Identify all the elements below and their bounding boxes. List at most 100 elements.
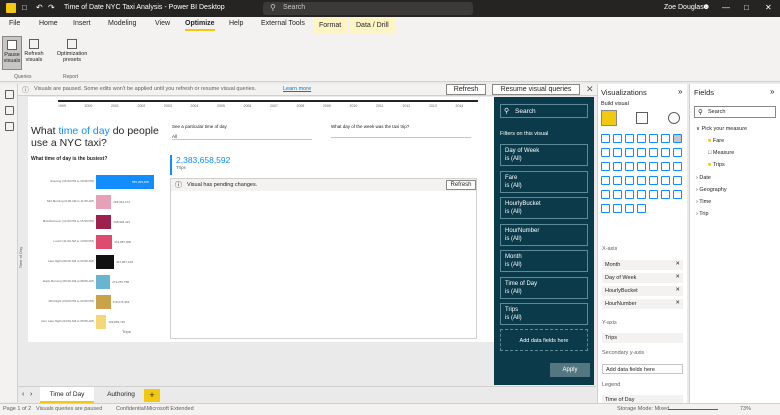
filled-map-icon[interactable] [661, 162, 670, 171]
table-view-icon[interactable] [5, 106, 14, 115]
format-visual-tab[interactable] [636, 112, 648, 124]
remove-field-icon[interactable]: ✕ [675, 300, 680, 306]
close-icon[interactable]: ✕ [765, 3, 772, 12]
x-field-well[interactable]: HourlyBucket ✕ [602, 286, 683, 296]
tab-external-tools[interactable]: External Tools [261, 20, 305, 27]
card-icon[interactable] [625, 176, 634, 185]
x-field-well[interactable]: Day of Week ✕ [602, 273, 683, 283]
filter-search-input[interactable]: ⚲ Search [500, 104, 588, 118]
refresh-visuals-button[interactable]: Refresh visuals [23, 36, 45, 70]
field-table-geography[interactable]: › Geography [696, 187, 727, 193]
clustered-bar-icon[interactable] [625, 134, 634, 143]
tab-file[interactable]: File [9, 20, 20, 27]
analytics-tab[interactable] [668, 112, 680, 124]
waterfall-icon[interactable] [661, 148, 670, 157]
stacked-area-icon[interactable] [613, 148, 622, 157]
narrative-icon[interactable] [673, 190, 682, 199]
tab-modeling[interactable]: Modeling [108, 20, 136, 27]
line-column-icon[interactable] [625, 148, 634, 157]
search-input[interactable]: ⚲ Search [263, 2, 473, 15]
kpi-card[interactable]: 2,383,658,592 Trips [170, 155, 478, 175]
gauge-icon[interactable] [613, 176, 622, 185]
field-trips[interactable]: ■ Trips [708, 162, 725, 168]
user-name[interactable]: Zoe Douglas [664, 4, 704, 11]
qna-icon[interactable] [661, 190, 670, 199]
remove-field-icon[interactable]: ✕ [675, 261, 680, 267]
filter-card[interactable]: Trips is (All) [500, 303, 588, 325]
report-view-icon[interactable] [5, 90, 14, 99]
fields-search-input[interactable]: ⚲ Search [694, 106, 776, 118]
next-page-icon[interactable]: › [30, 391, 32, 398]
slicer1-value[interactable]: All [172, 134, 312, 140]
add-page-button[interactable]: + [144, 389, 160, 402]
pending-refresh-button[interactable]: Refresh [446, 180, 476, 190]
filter-card[interactable]: Fare is (All) [500, 170, 588, 193]
r-visual-icon[interactable] [613, 190, 622, 199]
page-tab-authoring[interactable]: Authoring [98, 387, 144, 403]
secondary-add-fields[interactable]: Add data fields here [602, 364, 683, 374]
power-apps-icon[interactable] [613, 204, 622, 213]
field-fare[interactable]: ■ Fare [708, 138, 724, 144]
matrix-icon[interactable] [601, 190, 610, 199]
field-table-trip[interactable]: › Trip [696, 211, 709, 217]
pending-visual[interactable]: ⓘ Visual has pending changes. Refresh [170, 178, 477, 339]
chart-bar[interactable] [96, 195, 112, 209]
maximize-icon[interactable]: □ [744, 3, 749, 12]
day-of-week-slicer[interactable]: What day of the week was the taxi trip? [331, 124, 471, 142]
chart-bar[interactable] [96, 215, 112, 229]
shape-map-icon[interactable] [673, 162, 682, 171]
table-icon[interactable] [673, 176, 682, 185]
power-automate-icon[interactable] [625, 204, 634, 213]
treemap-icon[interactable] [637, 162, 646, 171]
minimize-icon[interactable]: — [722, 3, 730, 12]
resume-visual-queries-button[interactable]: Resume visual queries [492, 84, 580, 95]
tab-home[interactable]: Home [39, 20, 58, 27]
tab-data-drill[interactable]: Data / Drill [350, 17, 395, 34]
line-icon[interactable] [673, 134, 682, 143]
python-visual-icon[interactable] [625, 190, 634, 199]
decomposition-icon[interactable] [649, 190, 658, 199]
pie-icon[interactable] [613, 162, 622, 171]
x-field-well[interactable]: Month ✕ [602, 260, 683, 270]
map-icon[interactable] [649, 162, 658, 171]
stacked-column-icon[interactable] [613, 134, 622, 143]
timeline-bar[interactable] [58, 100, 478, 102]
chart-bar[interactable] [96, 295, 111, 309]
field-measure[interactable]: □ Measure [708, 150, 734, 156]
account-icon[interactable]: ☻ [702, 2, 710, 11]
filter-card[interactable]: HourlyBucket is (All) [500, 197, 588, 219]
tab-insert[interactable]: Insert [73, 20, 91, 27]
tab-format[interactable]: Format [313, 17, 348, 34]
busiest-time-chart[interactable]: What time of day is the busiest? Time of… [18, 155, 158, 339]
message-refresh-button[interactable]: Refresh [446, 84, 486, 95]
apply-button[interactable]: Apply [550, 363, 590, 377]
chart-bar[interactable] [96, 275, 111, 289]
tab-help[interactable]: Help [229, 20, 243, 27]
learn-more-link[interactable]: Learn more [283, 86, 311, 92]
tab-optimize[interactable]: Optimize [185, 20, 215, 31]
x-field-well[interactable]: HourNumber ✕ [602, 299, 683, 309]
pause-visuals-button[interactable]: Pause visuals [2, 36, 22, 70]
chart-bar[interactable] [96, 255, 115, 269]
more-icon[interactable] [637, 204, 646, 213]
redo-icon[interactable]: ↷ [48, 3, 55, 12]
100-column-icon[interactable] [661, 134, 670, 143]
chart-bar[interactable] [96, 315, 107, 329]
zoom-slider[interactable] [668, 409, 718, 410]
slicer-icon[interactable] [661, 176, 670, 185]
filter-card[interactable]: Month is (All) [500, 250, 588, 272]
line-stacked-icon[interactable] [637, 148, 646, 157]
time-of-day-slicer[interactable]: See a particular time of day All [172, 124, 312, 142]
kpi-icon[interactable] [649, 176, 658, 185]
filter-card[interactable]: HourNumber is (All) [500, 223, 588, 246]
azure-map-icon[interactable] [601, 176, 610, 185]
key-influencers-icon[interactable] [637, 190, 646, 199]
area-icon[interactable] [601, 148, 610, 157]
filter-add-fields[interactable]: Add data fields here [500, 329, 588, 351]
remove-field-icon[interactable]: ✕ [675, 274, 680, 280]
funnel-icon[interactable] [673, 148, 682, 157]
clustered-column-icon[interactable] [637, 134, 646, 143]
optimization-presets-button[interactable]: Optimization presets [54, 36, 90, 70]
field-table-time[interactable]: › Time [696, 199, 711, 205]
paginated-icon[interactable] [601, 204, 610, 213]
